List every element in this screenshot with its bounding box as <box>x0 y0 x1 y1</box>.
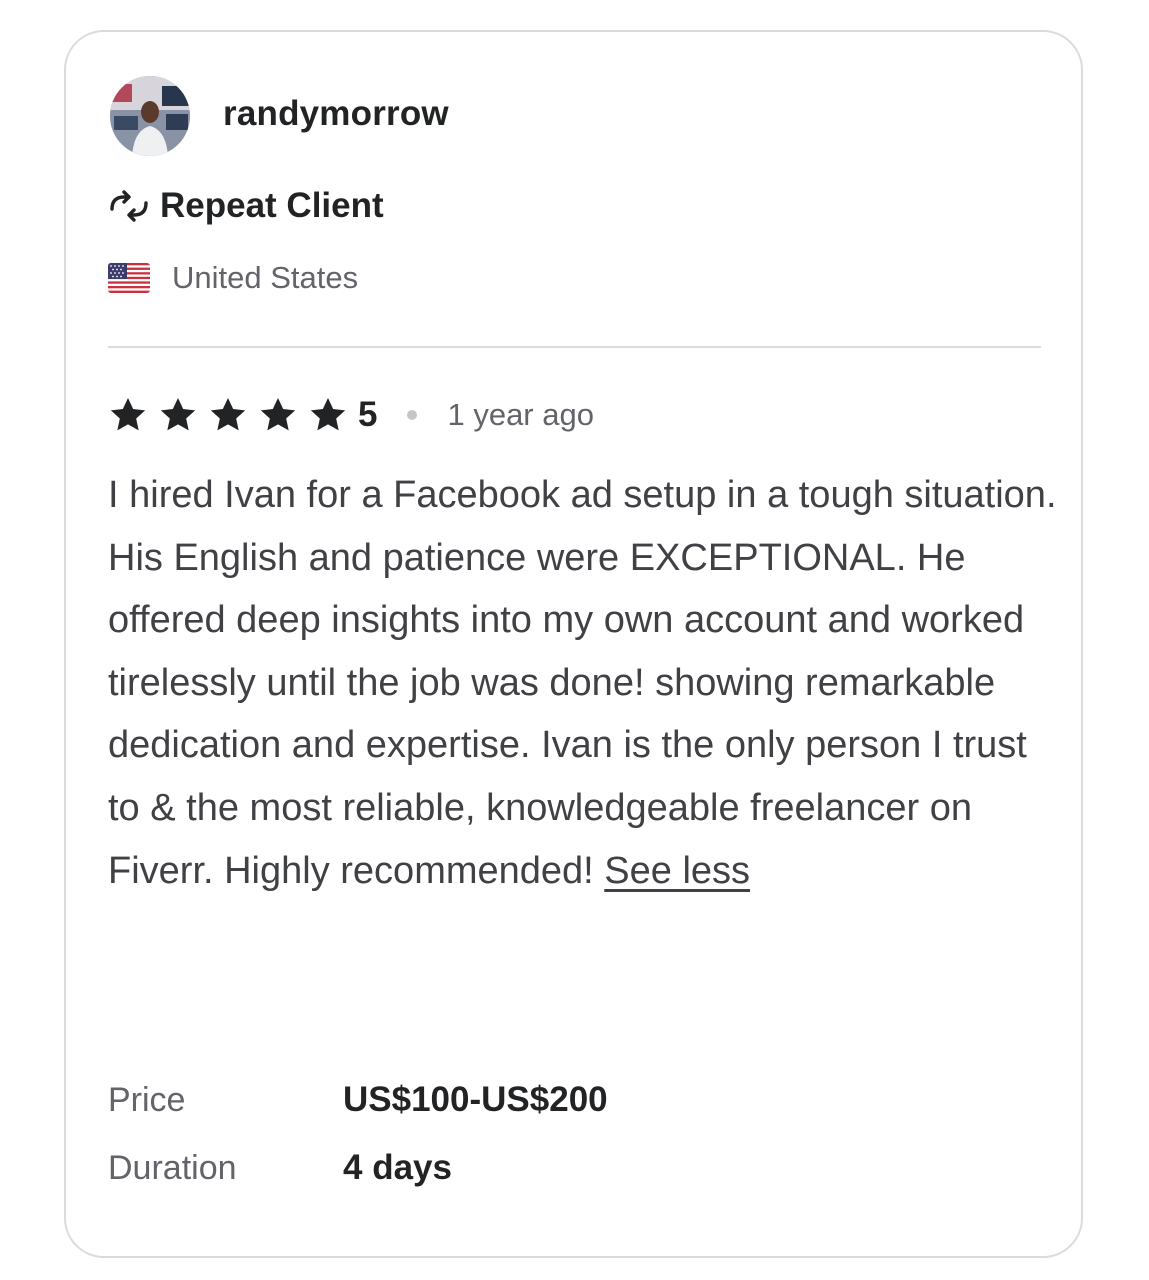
price-value: US$100-US$200 <box>343 1080 608 1119</box>
duration-row: Duration 4 days <box>108 1146 452 1190</box>
review-time: 1 year ago <box>447 397 594 432</box>
repeat-client-badge: Repeat Client <box>108 184 384 228</box>
avatar[interactable] <box>110 76 190 156</box>
rating-row: 5 1 year ago <box>108 390 594 440</box>
price-label: Price <box>108 1081 186 1119</box>
review-body: I hired Ivan for a Facebook ad setup in … <box>108 474 1057 892</box>
duration-label: Duration <box>108 1149 237 1187</box>
star-icon <box>258 395 298 435</box>
review-card: randymorrow Repeat Client United States … <box>64 30 1083 1258</box>
star-icon <box>108 395 148 435</box>
repeat-icon <box>108 189 150 223</box>
see-less-link[interactable]: See less <box>604 850 750 892</box>
star-icon <box>208 395 248 435</box>
separator-dot <box>407 410 418 420</box>
star-rating <box>108 395 358 435</box>
star-icon <box>308 395 348 435</box>
review-text: I hired Ivan for a Facebook ad setup in … <box>108 464 1058 902</box>
country-label: United States <box>172 260 359 295</box>
repeat-client-label: Repeat Client <box>160 186 384 225</box>
reviewer-username[interactable]: randymorrow <box>223 94 449 134</box>
divider <box>108 346 1041 348</box>
rating-value: 5 <box>358 395 378 434</box>
reviewer-country: United States <box>108 258 358 298</box>
price-row: Price US$100-US$200 <box>108 1078 608 1122</box>
us-flag-icon <box>108 263 150 293</box>
star-icon <box>158 395 198 435</box>
duration-value: 4 days <box>343 1148 452 1187</box>
